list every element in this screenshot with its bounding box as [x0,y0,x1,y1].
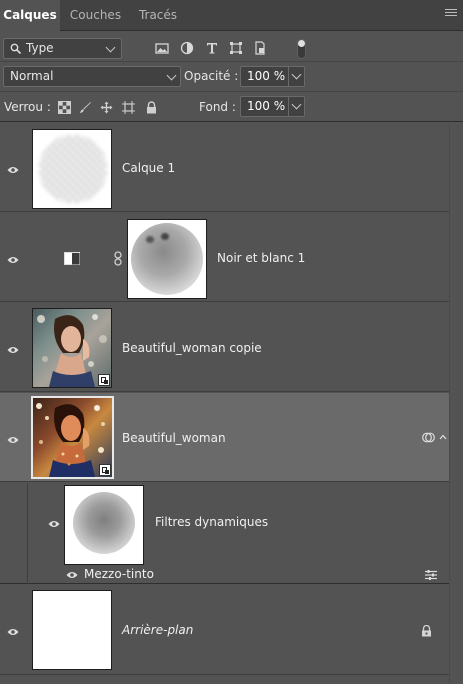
layer-row-noir-et-blanc-1[interactable]: Noir et blanc 1 [0,213,449,302]
type-filter-icon[interactable] [205,41,219,55]
layer-thumbnail[interactable] [32,308,112,388]
smart-object-badge-icon [99,464,111,476]
layer-filter-bar: Type [0,32,463,62]
smart-object-badge-icon [98,374,110,386]
visibility-eye-icon[interactable] [7,166,19,174]
layer-row-beautiful-woman-copie[interactable]: Beautiful_woman copie [0,303,449,392]
layer-name[interactable]: Calque 1 [122,161,175,175]
layer-name[interactable]: Noir et blanc 1 [217,251,305,265]
collapse-effects-chevron-icon[interactable] [439,434,447,440]
layer-name[interactable]: Beautiful_woman [122,431,226,445]
adjustment-filter-icon[interactable] [180,41,194,55]
visibility-eye-icon[interactable] [7,628,19,636]
fill-dropdown[interactable] [288,97,304,116]
smart-filter-mask-thumbnail[interactable] [64,485,144,565]
layer-mask-thumbnail[interactable] [127,219,207,299]
image-filter-icon[interactable] [155,41,169,55]
filter-name[interactable]: Mezzo-tinto [84,567,154,581]
layer-name[interactable]: Beautiful_woman copie [122,341,262,355]
layer-row-calque-1[interactable]: Calque 1 [0,123,449,212]
black-white-adjustment-icon[interactable] [64,252,80,265]
mask-spot [146,236,154,243]
blend-mode-select[interactable]: Normal [3,66,181,87]
chevron-down-icon [105,42,116,53]
chevron-down-icon [291,99,302,110]
lock-all-icon[interactable] [145,101,158,114]
lock-image-pixels-icon[interactable] [79,101,92,114]
layer-thumbnail[interactable] [32,590,112,670]
tab-channels[interactable]: Couches [62,0,129,31]
lock-artboard-icon[interactable] [122,101,135,114]
mask-gradient [73,492,135,554]
tab-layers[interactable]: Calques [0,0,60,32]
chevron-down-icon [166,70,177,81]
visibility-eye-icon[interactable] [66,571,78,579]
layer-row-beautiful-woman[interactable]: Beautiful_woman [0,393,449,482]
lock-label: Verrou : [4,100,51,114]
layer-thumbnail[interactable] [31,396,114,479]
layers-panel: Calques Couches Tracés Type Normal Opaci… [0,0,463,684]
filter-toggle-switch[interactable] [297,39,306,59]
opacity-field[interactable]: 100 % [240,66,305,87]
opacity-value: 100 % [247,69,286,83]
lock-transparent-pixels-icon[interactable] [58,101,71,114]
filter-kind-label: Type [26,41,54,55]
layer-lock-icon [422,625,431,637]
opacity-label: Opacité : [184,69,239,83]
mask-link-icon[interactable] [114,251,122,266]
visibility-eye-icon[interactable] [7,436,19,444]
fill-field[interactable]: 100 % [240,96,305,117]
visibility-eye-icon[interactable] [7,346,19,354]
smart-filters-name[interactable]: Filtres dynamiques [155,515,268,529]
fill-label: Fond : [199,100,236,114]
filter-blending-options-icon[interactable] [425,570,437,580]
search-icon [10,43,22,55]
shape-filter-icon[interactable] [229,41,243,55]
chevron-down-icon [291,69,302,80]
lock-options-bar: Verrou : Fond : 100 % [0,92,463,122]
thumbnail-transparency [39,135,107,203]
smart-filters-row[interactable]: Filtres dynamiques Mezzo-tinto [0,483,449,584]
smart-object-filter-icon[interactable] [253,41,267,55]
filter-kind-select[interactable]: Type [3,38,122,59]
smart-filters-icon[interactable] [422,432,435,443]
layer-row-arriere-plan[interactable]: Arrière-plan [0,585,449,675]
lock-position-icon[interactable] [100,101,113,114]
panel-tab-bar: Calques Couches Tracés [0,0,463,32]
mask-spot [161,233,169,240]
fill-value: 100 % [247,99,286,113]
visibility-eye-icon[interactable] [48,520,60,528]
blend-options-bar: Normal Opacité : 100 % [0,62,463,92]
panel-menu-icon[interactable] [445,9,457,21]
visibility-eye-icon[interactable] [7,256,19,264]
layer-name[interactable]: Arrière-plan [122,623,193,637]
layers-scrollbar[interactable] [449,123,463,684]
blend-mode-value: Normal [10,69,54,83]
layers-list: Calque 1 Noir et blanc 1 Beautiful_woman… [0,123,463,684]
layer-thumbnail[interactable] [32,129,112,209]
tab-paths[interactable]: Tracés [130,0,186,31]
indent-gutter [0,483,28,584]
opacity-dropdown[interactable] [288,67,304,86]
